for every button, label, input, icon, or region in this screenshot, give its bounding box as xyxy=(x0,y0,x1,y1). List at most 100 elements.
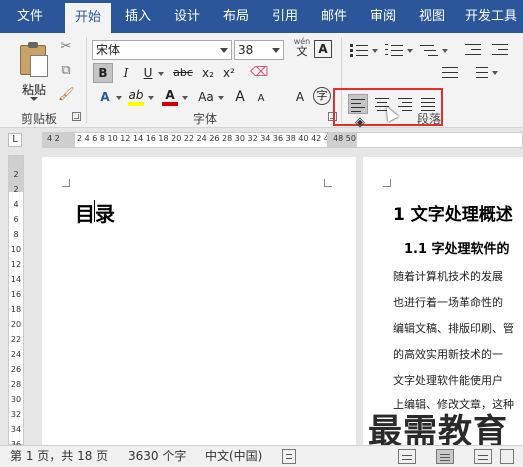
grow-font-button[interactable]: A xyxy=(230,87,250,107)
body-line[interactable]: 也进行着一场革命性的 xyxy=(393,294,503,310)
vruler-number: 22 xyxy=(10,335,22,344)
tab-references[interactable]: 引用 xyxy=(263,0,307,33)
vruler-number: 18 xyxy=(10,305,22,314)
vruler-number: 28 xyxy=(10,380,22,389)
vruler-number: 34 xyxy=(10,425,22,434)
change-case-button[interactable]: Aa xyxy=(194,87,218,107)
vruler-number: 4 xyxy=(13,200,19,209)
change-case-dropdown-icon[interactable] xyxy=(218,96,224,100)
macro-record-icon[interactable] xyxy=(282,449,296,464)
ruler-right-numbers: 48 50 xyxy=(333,134,356,143)
paragraph-group-label: 段落 xyxy=(416,112,441,126)
phonetic-char: 文 xyxy=(296,45,308,58)
paste-label: 粘贴 xyxy=(21,83,46,97)
shrink-font-button[interactable]: A xyxy=(251,89,271,109)
highlight-letters: ab xyxy=(128,88,144,102)
print-layout-icon[interactable] xyxy=(436,449,454,464)
tab-mailings[interactable]: 邮件 xyxy=(312,0,356,33)
distributed-icon[interactable] xyxy=(442,63,462,81)
font-color-button[interactable]: A xyxy=(160,85,180,106)
clipboard-launcher-icon[interactable] xyxy=(72,112,81,121)
language-indicator[interactable]: 中文(中国) xyxy=(205,446,262,467)
vruler-number: 16 xyxy=(10,290,22,299)
vruler-number: 12 xyxy=(10,260,22,269)
crop-mark xyxy=(62,179,70,187)
tab-file[interactable]: 文件 xyxy=(8,0,52,33)
line-spacing-dropdown-icon[interactable] xyxy=(492,71,498,75)
char-border-button[interactable]: A xyxy=(314,40,332,58)
vruler-number: 6 xyxy=(13,215,19,224)
read-mode-icon[interactable] xyxy=(398,449,416,464)
tab-design[interactable]: 设计 xyxy=(165,0,209,33)
heading-2[interactable]: 1.1 字处理软件的 xyxy=(404,238,510,257)
copy-icon[interactable]: ⧉ xyxy=(58,63,74,79)
decrease-indent-icon[interactable] xyxy=(465,41,485,59)
vruler-number: 30 xyxy=(10,395,22,404)
tab-developer[interactable]: 开发工具 xyxy=(459,0,523,33)
vertical-ruler[interactable]: 224681012141618202224262830323436 xyxy=(8,155,24,449)
horizontal-ruler[interactable]: 4 2 2 4 6 8 10 12 14 16 18 20 22 24 26 2… xyxy=(42,132,523,148)
line-spacing-icon[interactable] xyxy=(470,63,490,81)
vruler-number: 26 xyxy=(10,365,22,374)
ribbon-tab-bar: 文件 开始 插入 设计 布局 引用 邮件 审阅 视图 开发工具 xyxy=(0,0,523,33)
tab-selector[interactable]: L xyxy=(8,133,22,147)
vruler-number: 14 xyxy=(10,275,22,284)
highlight-dropdown-icon[interactable] xyxy=(148,96,154,100)
ruler-left-numbers: 4 2 xyxy=(47,134,60,143)
chevron-down-icon[interactable] xyxy=(272,48,280,53)
underline-button[interactable]: U xyxy=(138,63,158,83)
tab-home[interactable]: 开始 xyxy=(65,3,111,33)
increase-indent-icon[interactable] xyxy=(492,41,512,59)
bold-button[interactable]: B xyxy=(93,63,113,83)
strikethrough-button[interactable]: abc xyxy=(171,63,195,83)
paste-dropdown-icon[interactable] xyxy=(30,97,38,101)
paste-button[interactable]: 粘贴 xyxy=(14,41,54,103)
multilevel-list-icon[interactable] xyxy=(420,41,440,59)
bullets-icon[interactable] xyxy=(350,41,370,59)
ruler-numbers: 2 4 6 8 10 12 14 16 18 20 22 24 26 28 30… xyxy=(77,134,334,143)
font-name-value: 宋体 xyxy=(96,43,121,57)
body-line[interactable]: 的高效实用新技术的一 xyxy=(393,346,503,362)
heading-1[interactable]: 1 文字处理概述 xyxy=(393,200,513,225)
format-painter-icon[interactable]: 🖌 xyxy=(58,87,75,103)
web-layout-icon[interactable] xyxy=(474,449,492,464)
numbering-icon[interactable] xyxy=(385,41,405,59)
zoom-icon[interactable] xyxy=(500,449,514,464)
superscript-button[interactable]: x² xyxy=(219,63,239,83)
font-color-dropdown-icon[interactable] xyxy=(182,96,188,100)
tab-view[interactable]: 视图 xyxy=(410,0,454,33)
font-name-combo[interactable]: 宋体 xyxy=(92,40,232,60)
clipboard-group-label: 剪贴板 xyxy=(20,112,57,126)
multilevel-dropdown-icon[interactable] xyxy=(442,49,448,53)
phonetic-guide-button[interactable]: wén 文 xyxy=(290,37,314,57)
page-count[interactable]: 第 1 页，共 18 页 xyxy=(10,446,108,467)
tab-review[interactable]: 审阅 xyxy=(361,0,405,33)
ribbon: 粘贴 ✂ ⧉ 🖌 剪贴板 宋体 38 wén 文 A B I U abc x₂ … xyxy=(0,33,523,130)
phonetic-button[interactable]: A xyxy=(290,87,310,107)
body-line[interactable]: 编辑文稿、排版印刷、管 xyxy=(393,320,514,336)
body-line[interactable]: 文字处理软件能使用户 xyxy=(393,372,503,388)
text-effects-button[interactable]: A xyxy=(95,87,115,107)
highlight-button[interactable]: ab xyxy=(126,85,146,106)
enclose-char-button[interactable]: 字 xyxy=(313,87,331,105)
font-size-combo[interactable]: 38 xyxy=(234,40,284,60)
clear-formatting-icon[interactable]: ⌫ xyxy=(250,65,268,81)
vruler-number: 24 xyxy=(10,350,22,359)
subscript-button[interactable]: x₂ xyxy=(198,63,218,83)
italic-button[interactable]: I xyxy=(116,63,136,83)
tab-insert[interactable]: 插入 xyxy=(116,0,160,33)
toc-title[interactable]: 目录 xyxy=(75,198,115,227)
vruler-number: 10 xyxy=(10,245,22,254)
tab-layout[interactable]: 布局 xyxy=(214,0,258,33)
numbering-dropdown-icon[interactable] xyxy=(407,49,413,53)
text-effects-dropdown-icon[interactable] xyxy=(116,96,122,100)
cut-icon[interactable]: ✂ xyxy=(58,39,74,55)
font-group-label: 字体 xyxy=(192,112,217,126)
bullets-dropdown-icon[interactable] xyxy=(372,49,378,53)
font-size-value: 38 xyxy=(238,43,254,57)
word-count[interactable]: 3630 个字 xyxy=(128,446,186,467)
chevron-down-icon[interactable] xyxy=(220,48,228,53)
body-line[interactable]: 随着计算机技术的发展 xyxy=(393,268,503,284)
underline-dropdown-icon[interactable] xyxy=(158,72,164,76)
font-color-bar xyxy=(162,102,178,106)
